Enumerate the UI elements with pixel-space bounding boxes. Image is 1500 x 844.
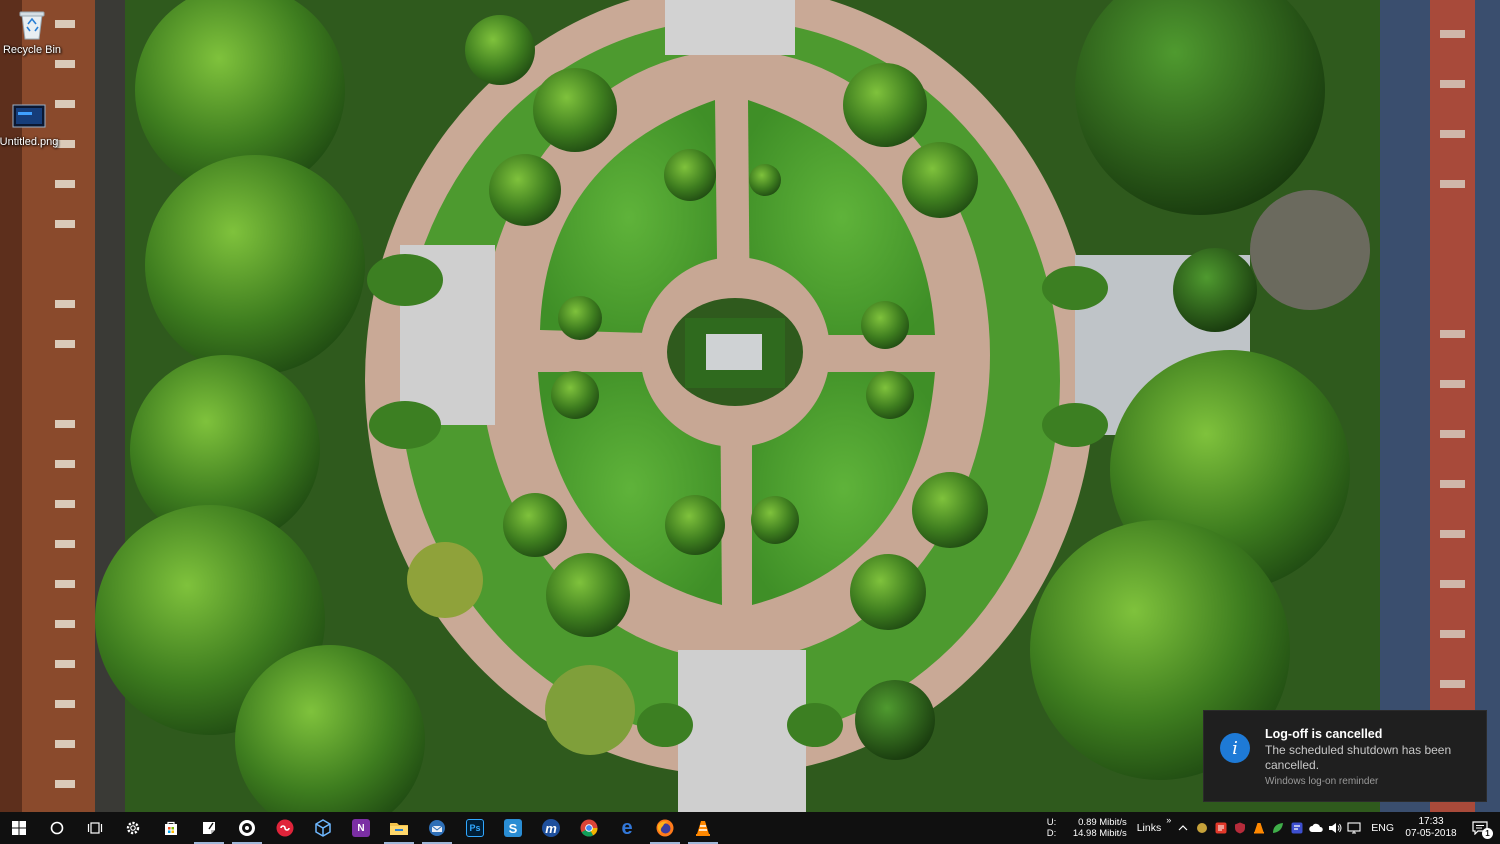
- links-toolbar[interactable]: Links »: [1136, 815, 1172, 834]
- start-button[interactable]: [0, 812, 38, 844]
- vlc-taskbar-button[interactable]: [684, 812, 722, 844]
- toast-source: Windows log-on reminder: [1265, 776, 1379, 787]
- mail-bird-icon: [429, 820, 445, 836]
- toast-body: The scheduled shutdown has been cancelle…: [1265, 743, 1452, 772]
- task-view-icon: [87, 822, 103, 834]
- sway-icon: S: [504, 819, 522, 837]
- tray-app-leaf[interactable]: [1268, 812, 1287, 844]
- recycle-bin-icon: [14, 6, 50, 42]
- links-label: Links: [1136, 822, 1162, 834]
- notification-count-badge: 1: [1482, 828, 1493, 839]
- chrome-taskbar-button[interactable]: [570, 812, 608, 844]
- sway-taskbar-button[interactable]: S: [494, 812, 532, 844]
- image-file-icon: [11, 98, 47, 134]
- desktop-icon-untitled-png[interactable]: Untitled.png: [0, 98, 61, 148]
- tray-volume[interactable]: [1325, 812, 1344, 844]
- desktop: Recycle Bin Untitled.png i Log-off is ca…: [0, 0, 1500, 812]
- firefox-taskbar-button[interactable]: [646, 812, 684, 844]
- upload-speed: 0.89 Mibit/s: [1078, 817, 1127, 828]
- photoshop-icon: Ps: [466, 819, 484, 837]
- network-speed-monitor[interactable]: U: 0.89 Mibit/s D: 14.98 Mibit/s: [1047, 817, 1127, 839]
- cube-icon: [315, 819, 331, 837]
- task-view-button[interactable]: [76, 812, 114, 844]
- tray-onedrive[interactable]: [1306, 812, 1325, 844]
- gear-icon: [126, 821, 140, 835]
- folder-icon: [390, 823, 408, 835]
- red-square-app-icon: [1215, 822, 1227, 834]
- sticky-notes-icon: [203, 822, 215, 834]
- show-hidden-icons-button[interactable]: [1173, 812, 1192, 844]
- desktop-icon-label: Untitled.png: [0, 136, 59, 148]
- edge-icon: e: [621, 816, 633, 839]
- sticky-notes-taskbar-button[interactable]: [190, 812, 228, 844]
- desktop-icon-recycle-bin[interactable]: Recycle Bin: [0, 6, 64, 56]
- links-chevron-icon[interactable]: »: [1166, 815, 1171, 825]
- cloud-icon: [1308, 823, 1323, 832]
- leaf-icon: [1272, 823, 1283, 833]
- tray-network[interactable]: [1344, 812, 1363, 844]
- network-monitor-icon: [1347, 822, 1361, 834]
- toast-notification[interactable]: i Log-off is cancelled The scheduled shu…: [1203, 710, 1487, 802]
- blue-app-icon: [1291, 822, 1303, 834]
- onenote-taskbar-button[interactable]: N: [342, 812, 380, 844]
- chevron-up-icon: [1178, 825, 1188, 831]
- disc-icon: [239, 820, 255, 836]
- shield-icon: [1234, 822, 1245, 834]
- photoshop-taskbar-button[interactable]: Ps: [456, 812, 494, 844]
- tray-app-shield[interactable]: [1230, 812, 1249, 844]
- toast-title: Log-off is cancelled: [1265, 727, 1383, 741]
- clock-time: 17:33: [1418, 816, 1444, 827]
- windows-logo-icon: [12, 821, 26, 835]
- tray-app-blue-square[interactable]: [1287, 812, 1306, 844]
- red-circle-app-icon: [276, 819, 294, 837]
- thunderbird-taskbar-button[interactable]: [418, 812, 456, 844]
- action-center-button[interactable]: 1: [1460, 812, 1500, 844]
- download-label: D:: [1046, 828, 1057, 839]
- info-icon: i: [1220, 733, 1250, 763]
- taskbar: N Ps S m e U: 0.89 Mibit/s D: 14.98 Mibi…: [0, 812, 1500, 844]
- wallpaper-aerial-garden: [0, 0, 1500, 812]
- 3d-builder-taskbar-button[interactable]: [304, 812, 342, 844]
- store-bag-icon: [165, 821, 177, 835]
- search-circle-icon: [50, 821, 64, 835]
- onenote-icon: N: [352, 819, 370, 837]
- maxthon-icon: m: [542, 819, 560, 837]
- tray-app-squirrel[interactable]: [1192, 812, 1211, 844]
- clock-date: 07-05-2018: [1405, 828, 1457, 839]
- tray-app-cone[interactable]: [1249, 812, 1268, 844]
- vlc-cone-icon: [696, 821, 710, 836]
- download-speed: 14.98 Mibit/s: [1072, 828, 1127, 839]
- store-taskbar-button[interactable]: [152, 812, 190, 844]
- chrome-icon: [580, 819, 598, 837]
- speaker-icon: [1328, 823, 1342, 833]
- input-language[interactable]: ENG: [1371, 822, 1394, 834]
- edge-taskbar-button[interactable]: e: [608, 812, 646, 844]
- system-tray: U: 0.89 Mibit/s D: 14.98 Mibit/s Links »…: [1047, 812, 1500, 844]
- squirrel-icon: [1196, 823, 1207, 833]
- firefox-icon: [656, 819, 674, 837]
- upload-label: U:: [1046, 817, 1057, 828]
- red-app-taskbar-button[interactable]: [266, 812, 304, 844]
- desktop-icon-label: Recycle Bin: [2, 44, 62, 56]
- maxthon-taskbar-button[interactable]: m: [532, 812, 570, 844]
- settings-taskbar-button[interactable]: [114, 812, 152, 844]
- file-explorer-taskbar-button[interactable]: [380, 812, 418, 844]
- clock[interactable]: 17:33 07-05-2018: [1402, 816, 1460, 840]
- vlc-cone-icon: [1253, 823, 1264, 834]
- cortana-button[interactable]: [38, 812, 76, 844]
- groove-taskbar-button[interactable]: [228, 812, 266, 844]
- tray-app-red-square[interactable]: [1211, 812, 1230, 844]
